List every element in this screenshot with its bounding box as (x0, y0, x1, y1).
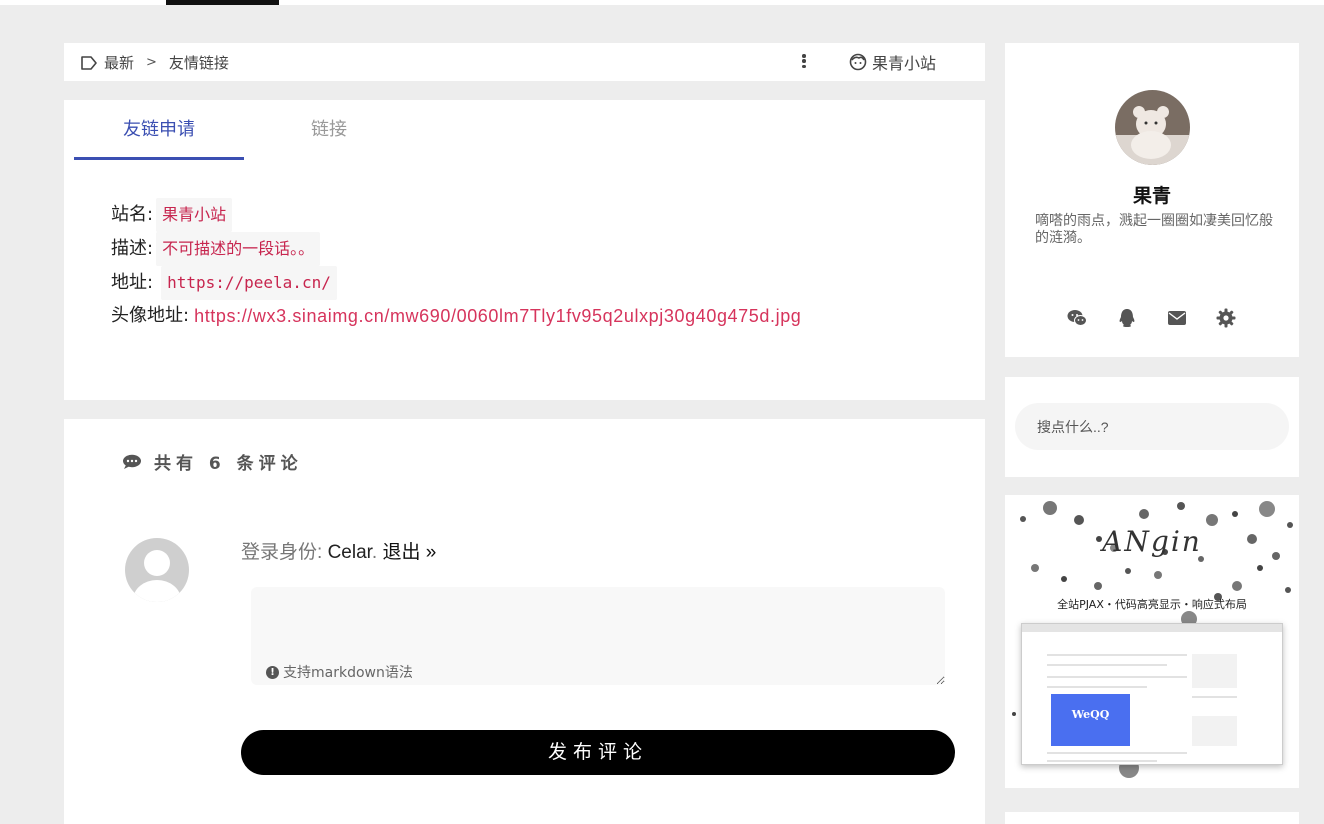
avatar (125, 538, 189, 602)
breadcrumb: 最新 > 友情链接 (80, 52, 229, 73)
preview-banner: WeQQ (1051, 694, 1130, 746)
info-label: 地址: (111, 272, 154, 293)
info-row-name: 站名: 果青小站 (111, 198, 801, 232)
markdown-note: ! 支持markdown语法 (266, 662, 413, 682)
profile-description: 嘀嗒的雨点，溅起一圈圈如凄美回忆般的涟漪。 (1035, 213, 1273, 246)
comments-count-label: 共有 6 条评论 (154, 454, 303, 474)
top-nav-active-indicator[interactable] (166, 0, 279, 5)
breadcrumb-home-link[interactable]: 最新 (104, 52, 134, 73)
logout-link[interactable]: 退出 » (382, 542, 436, 563)
search-card (1005, 377, 1299, 477)
friend-link-card: 友链申请 链接 站名: 果青小站 描述: 不可描述的一段话。。 地址: http… (64, 100, 985, 400)
markdown-note-text: 支持markdown语法 (283, 665, 413, 681)
profile-name: 果青 (1132, 185, 1171, 207)
comments-title: 共有 6 条评论 (122, 449, 303, 474)
top-nav-strip (0, 0, 1324, 5)
sidebar-card-partial (1005, 812, 1299, 824)
breadcrumb-bar: 最新 > 友情链接 果青小站 (64, 43, 985, 81)
more-options-icon[interactable] (800, 52, 808, 70)
info-row-description: 描述: 不可描述的一段话。。 (111, 232, 801, 266)
comment-bubble-icon (123, 454, 141, 469)
banner-subtitle: 全站PJAX・代码高亮显示・响应式布局 (1057, 598, 1247, 611)
profile-avatar-image (1115, 90, 1190, 165)
friend-link-info: 站名: 果青小站 描述: 不可描述的一段话。。 地址: https://peel… (111, 198, 801, 332)
tag-icon (81, 55, 97, 70)
default-user-icon (133, 550, 181, 602)
breadcrumb-current: 友情链接 (168, 54, 229, 72)
search-input[interactable] (1015, 403, 1289, 450)
info-label: 站名: (111, 204, 154, 225)
info-icon: ! (266, 665, 279, 679)
theme-banner[interactable]: ANgin 全站PJAX・代码高亮显示・响应式布局 WeQQ (1005, 495, 1299, 788)
preview-browser-bar (1022, 624, 1282, 632)
profile-card: 果青 嘀嗒的雨点，溅起一圈圈如凄美回忆般的涟漪。 (1005, 43, 1299, 357)
avatar-url-link[interactable]: https://wx3.sinaimg.cn/mw690/0060lm7Tly1… (194, 300, 801, 332)
site-name-label: 果青小站 (872, 54, 937, 73)
face-icon (849, 53, 867, 71)
banner-title: ANgin (1102, 525, 1202, 558)
comments-card: 共有 6 条评论 登录身份: Celar. 退出 » ! 支持markdown语… (64, 419, 985, 824)
info-value: https://peela.cn/ (161, 266, 337, 300)
tab-links[interactable]: 链接 (244, 100, 414, 160)
gear-icon[interactable] (1216, 308, 1236, 328)
submit-comment-button[interactable]: 发布评论 (241, 730, 955, 775)
info-label: 头像地址: (111, 305, 190, 326)
tab-friend-link-apply[interactable]: 友链申请 (74, 100, 244, 160)
mail-icon[interactable] (1167, 308, 1187, 328)
info-row-url: 地址: https://peela.cn/ (111, 266, 801, 300)
avatar[interactable] (1115, 90, 1190, 165)
chevron-right-icon: > (146, 55, 157, 70)
info-value: 果青小站 (156, 198, 233, 232)
site-home-link[interactable]: 果青小站 (849, 50, 936, 74)
login-identity: 登录身份: Celar. 退出 » (241, 542, 437, 563)
theme-preview-screenshot: WeQQ (1021, 623, 1283, 765)
login-user[interactable]: Celar (328, 542, 372, 563)
wechat-icon[interactable] (1067, 308, 1087, 328)
info-label: 描述: (111, 238, 154, 259)
info-value: 不可描述的一段话。。 (156, 232, 321, 266)
info-row-avatar: 头像地址: https://wx3.sinaimg.cn/mw690/0060l… (111, 300, 801, 332)
qq-icon[interactable] (1117, 308, 1137, 328)
login-prefix: 登录身份: (241, 542, 328, 563)
